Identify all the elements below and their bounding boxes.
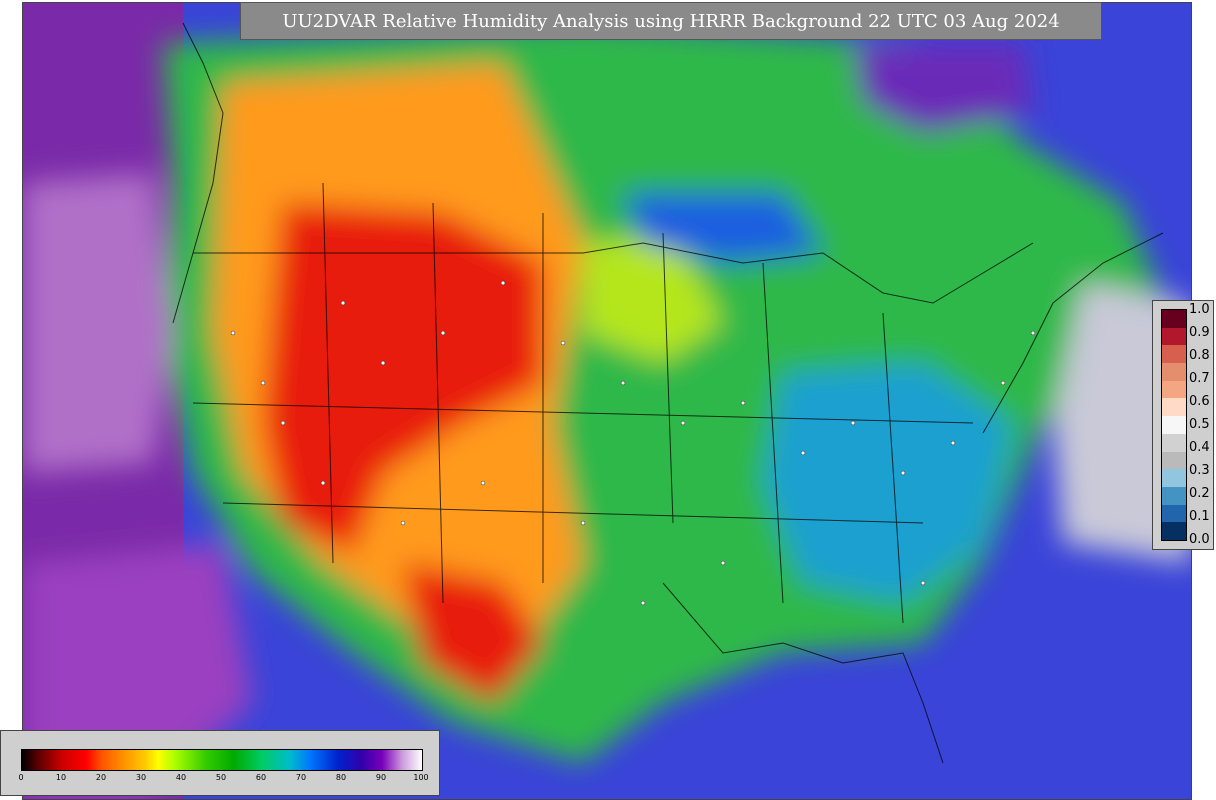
colorbar-tick: 0.9	[1189, 325, 1210, 340]
colorbar-segment	[1162, 486, 1186, 506]
shading-legend-tick: 40	[175, 773, 187, 782]
colorbar-tick: 0.3	[1189, 463, 1210, 478]
colorbar-segment	[1162, 522, 1186, 541]
shading-legend-tick: 70	[295, 773, 307, 782]
colorbar-segment	[1162, 504, 1186, 523]
map-title-box: UU2DVAR Relative Humidity Analysis using…	[240, 2, 1102, 40]
shading-legend-tick: 10	[55, 773, 67, 782]
shading-legend-tick: 100	[413, 773, 429, 782]
shading-legend-tick: 30	[135, 773, 147, 782]
colorbar-tick: 1.0	[1189, 302, 1210, 317]
shading-legend-tick: 0	[18, 773, 24, 782]
colorbar-tick: 0.4	[1189, 440, 1210, 455]
colorbar-segment	[1162, 451, 1186, 470]
colorbar-segment	[1162, 380, 1186, 399]
humidity-field	[23, 3, 1191, 799]
observation-colorbar: 1.0 0.9 0.8 0.7 0.6 0.5 0.4 0.3 0.2 0.1 0.0	[1152, 300, 1214, 550]
colorbar-segment	[1162, 398, 1186, 417]
shading-legend-colorbar	[21, 749, 423, 771]
observation-colorbar-bar	[1161, 309, 1187, 541]
colorbar-segment	[1162, 310, 1186, 329]
shading-legend: 0 10 20 30 40 50 60 70 80 90 100	[0, 730, 440, 796]
colorbar-segment	[1162, 363, 1186, 382]
colorbar-tick: 0.1	[1189, 509, 1210, 524]
colorbar-segment	[1162, 327, 1186, 346]
colorbar-tick: 0.7	[1189, 371, 1210, 386]
colorbar-segment	[1162, 416, 1186, 435]
shading-legend-tick: 20	[95, 773, 107, 782]
map-view	[22, 2, 1192, 800]
map-title: UU2DVAR Relative Humidity Analysis using…	[282, 10, 1060, 32]
shading-legend-tick: 90	[375, 773, 387, 782]
colorbar-tick: 0.2	[1189, 486, 1210, 501]
colorbar-tick: 0.0	[1189, 532, 1210, 547]
shading-legend-tick: 50	[215, 773, 227, 782]
colorbar-tick: 0.6	[1189, 394, 1210, 409]
colorbar-tick: 0.8	[1189, 348, 1210, 363]
colorbar-segment	[1162, 345, 1186, 364]
colorbar-segment	[1162, 433, 1186, 453]
shading-legend-tick: 80	[335, 773, 347, 782]
shading-legend-tick: 60	[255, 773, 267, 782]
colorbar-tick: 0.5	[1189, 417, 1210, 432]
colorbar-segment	[1162, 469, 1186, 488]
